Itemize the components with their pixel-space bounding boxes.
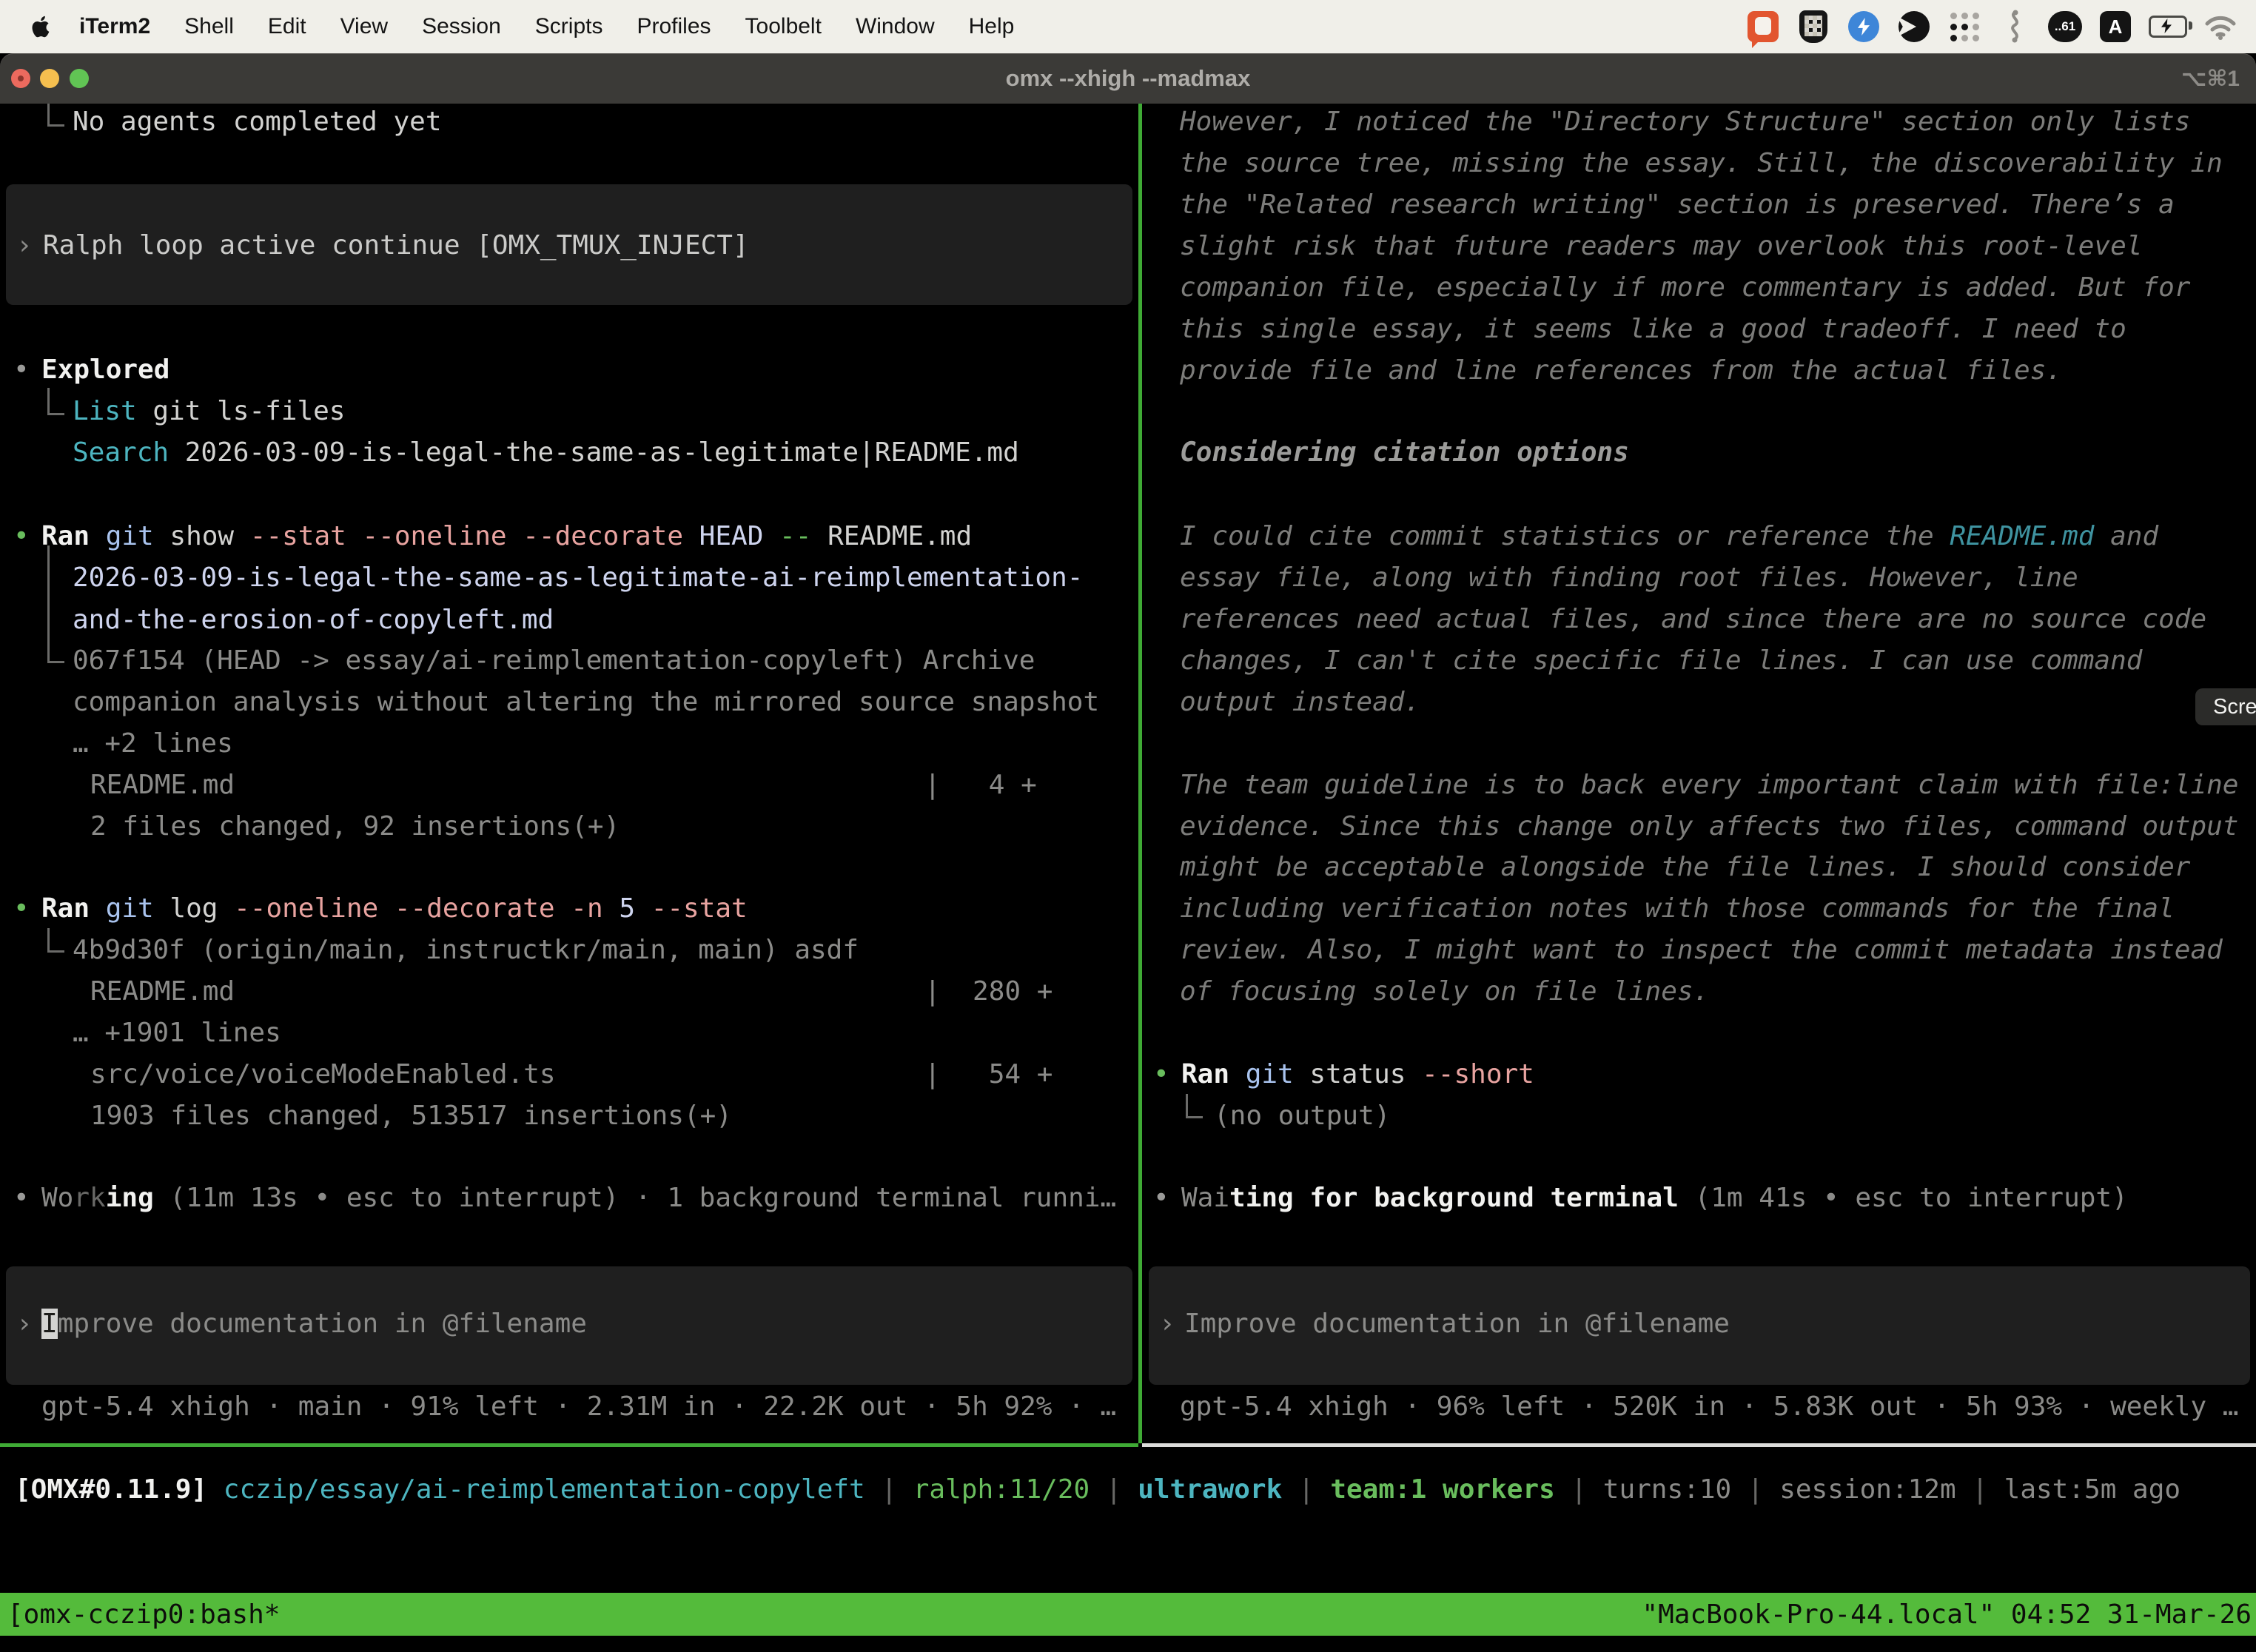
inject-chevron: ›: [16, 225, 33, 266]
omx-status-bar: [OMX#0.11.9] cczip/essay/ai-reimplementa…: [15, 1469, 2181, 1511]
reasoning-line: the "Related research writing" section i…: [1180, 184, 2175, 226]
reasoning-line: slight risk that future readers may over…: [1180, 226, 2142, 267]
git-log-output-line1: 4b9d30f (origin/main, instructkr/main, m…: [73, 930, 859, 971]
menu-item-iterm2[interactable]: iTerm2: [62, 14, 167, 39]
pane-divider-bottom-right: [1142, 1443, 2256, 1447]
reasoning-line: I could cite commit statistics or refere…: [1180, 516, 2158, 557]
git-show-stat-readme: README.md | 4 +: [90, 765, 1037, 806]
waiting-bullet: •: [1153, 1178, 1169, 1219]
git-log-more-lines: … +1901 lines: [73, 1013, 281, 1054]
text-cursor: I: [41, 1309, 58, 1339]
reasoning-line: provide file and line references from th…: [1180, 350, 2062, 392]
reasoning-heading: Considering citation options: [1180, 432, 1629, 474]
tree-connector: [47, 104, 64, 127]
reasoning-line: The team guideline is to back every impo…: [1180, 765, 2238, 806]
reasoning-line: However, I noticed the "Directory Struct…: [1180, 101, 2190, 143]
working-status-line: Working (11m 13s • esc to interrupt) · 1…: [41, 1178, 1116, 1219]
agents-note: No agents completed yet: [73, 101, 442, 143]
right-prompt-text[interactable]: Improve documentation in @filename: [1184, 1303, 1730, 1345]
reasoning-line: the source tree, missing the essay. Stil…: [1180, 143, 2223, 184]
battery-charging-icon[interactable]: [2149, 9, 2187, 44]
git-show-output-line1: 067f154 (HEAD -> essay/ai-reimplementati…: [73, 640, 1035, 682]
git-log-stat-summary: 1903 files changed, 513517 insertions(+): [90, 1095, 732, 1137]
git-show-bullet: •: [13, 516, 30, 557]
git-show-command: Ran git show --stat --oneline --decorate…: [41, 516, 972, 557]
tree-connector: [47, 388, 64, 415]
menu-item-shell[interactable]: Shell: [167, 14, 251, 39]
git-status-bullet: •: [1153, 1054, 1169, 1095]
blue-burst-icon[interactable]: [1847, 9, 1881, 44]
reasoning-line: this single essay, it seems like a good …: [1180, 309, 2126, 350]
tree-connector: [47, 928, 64, 953]
git-status-command: Ran git status --short: [1181, 1054, 1534, 1095]
left-prompt-text[interactable]: Improve documentation in @filename: [41, 1303, 587, 1345]
menu-item-help[interactable]: Help: [952, 14, 1032, 39]
reasoning-line: might be acceptable alongside the file l…: [1180, 847, 2190, 888]
git-log-stat-voice: src/voice/voiceModeEnabled.ts | 54 +: [90, 1054, 1053, 1095]
menu-item-toolbelt[interactable]: Toolbelt: [728, 14, 839, 39]
explored-bullet: •: [13, 349, 30, 391]
waiting-status-line: Waiting for background terminal (1m 41s …: [1181, 1178, 2128, 1219]
left-prompt-chevron: ›: [16, 1303, 33, 1345]
reasoning-line: evidence. Since this change only affects…: [1180, 806, 2238, 847]
screenshot-app-icon[interactable]: [1746, 9, 1780, 44]
tmux-host-clock: "MacBook-Pro-44.local" 04:52 31-Mar-26: [1642, 1599, 2256, 1630]
git-status-output: (no output): [1214, 1095, 1390, 1137]
git-show-filename-line2: and-the-erosion-of-copyleft.md: [73, 600, 554, 641]
menu-item-edit[interactable]: Edit: [251, 14, 323, 39]
screen-notification-overlay: Scre: [2195, 688, 2256, 725]
input-source-a-icon[interactable]: A: [2098, 9, 2132, 44]
explored-title: Explored: [41, 349, 169, 391]
git-log-command: Ran git log --oneline --decorate -n 5 --…: [41, 888, 748, 930]
reasoning-line: changes, I can't cite specific file line…: [1180, 640, 2142, 682]
explored-search-line: Search 2026-03-09-is-legal-the-same-as-l…: [73, 432, 1019, 474]
reasoning-line: output instead.: [1180, 682, 1420, 723]
explored-list-line: List git ls-files: [73, 391, 345, 432]
git-log-stat-readme: README.md | 280 +: [90, 971, 1053, 1013]
minimize-window-button[interactable]: [40, 69, 59, 88]
squiggle-icon[interactable]: [1998, 9, 2032, 44]
reasoning-line: of focusing solely on file lines.: [1180, 971, 1709, 1013]
dots-grid-icon[interactable]: [1947, 9, 1981, 44]
reasoning-line: review. Also, I might want to inspect th…: [1180, 930, 2223, 971]
menu-bar: iTerm2 Shell Edit View Session Scripts P…: [0, 0, 2256, 53]
menu-left: iTerm2 Shell Edit View Session Scripts P…: [0, 13, 1031, 40]
window-title-bar: omx --xhigh --madmax ⌥⌘1: [0, 53, 2256, 104]
reasoning-line: companion file, especially if more comme…: [1180, 267, 2190, 309]
wifi-icon[interactable]: [2203, 9, 2237, 44]
git-show-stat-summary: 2 files changed, 92 insertions(+): [90, 806, 620, 847]
right-session-status: gpt-5.4 xhigh · 96% left · 520K in · 5.8…: [1180, 1386, 2238, 1428]
zoom-window-button[interactable]: [70, 69, 89, 88]
tmux-status-bar: [omx-cczip0:bash* "MacBook-Pro-44.local"…: [0, 1593, 2256, 1636]
git-show-output-line2: companion analysis without altering the …: [73, 682, 1099, 723]
tree-connector: [47, 545, 64, 663]
close-window-button[interactable]: [11, 69, 30, 88]
reasoning-line: essay file, along with finding root file…: [1180, 557, 2078, 599]
reasoning-line: including verification notes with those …: [1180, 888, 2175, 930]
git-log-bullet: •: [13, 888, 30, 930]
apple-icon[interactable]: [30, 13, 52, 40]
window-shortcut-badge: ⌥⌘1: [2181, 53, 2240, 104]
right-prompt-chevron: ›: [1159, 1303, 1175, 1345]
working-bullet: •: [13, 1178, 30, 1219]
menu-item-view[interactable]: View: [323, 14, 405, 39]
git-show-filename-line1: 2026-03-09-is-legal-the-same-as-legitima…: [73, 557, 1083, 599]
menu-item-window[interactable]: Window: [839, 14, 952, 39]
menu-status-icons: ..61 A: [1738, 9, 2256, 44]
menu-item-profiles[interactable]: Profiles: [620, 14, 728, 39]
tree-connector: [1186, 1094, 1203, 1118]
dark-crescent-icon[interactable]: [1897, 9, 1931, 44]
reasoning-line: references need actual files, and since …: [1180, 599, 2206, 640]
window-title: omx --xhigh --madmax: [1006, 65, 1251, 92]
pane-divider-bottom-left: [0, 1443, 1138, 1447]
tmux-session-name: [omx-cczip0:bash*: [0, 1599, 280, 1630]
git-show-more-lines: … +2 lines: [73, 723, 233, 765]
shield-grid-icon[interactable]: [1796, 9, 1830, 44]
inject-text: Ralph loop active continue [OMX_TMUX_INJ…: [43, 225, 749, 266]
menu-item-scripts[interactable]: Scripts: [518, 14, 620, 39]
menu-item-session[interactable]: Session: [405, 14, 518, 39]
left-session-status: gpt-5.4 xhigh · main · 91% left · 2.31M …: [41, 1386, 1116, 1428]
pane-divider-vertical[interactable]: [1138, 104, 1142, 1443]
badge-61-icon[interactable]: ..61: [2048, 11, 2082, 42]
